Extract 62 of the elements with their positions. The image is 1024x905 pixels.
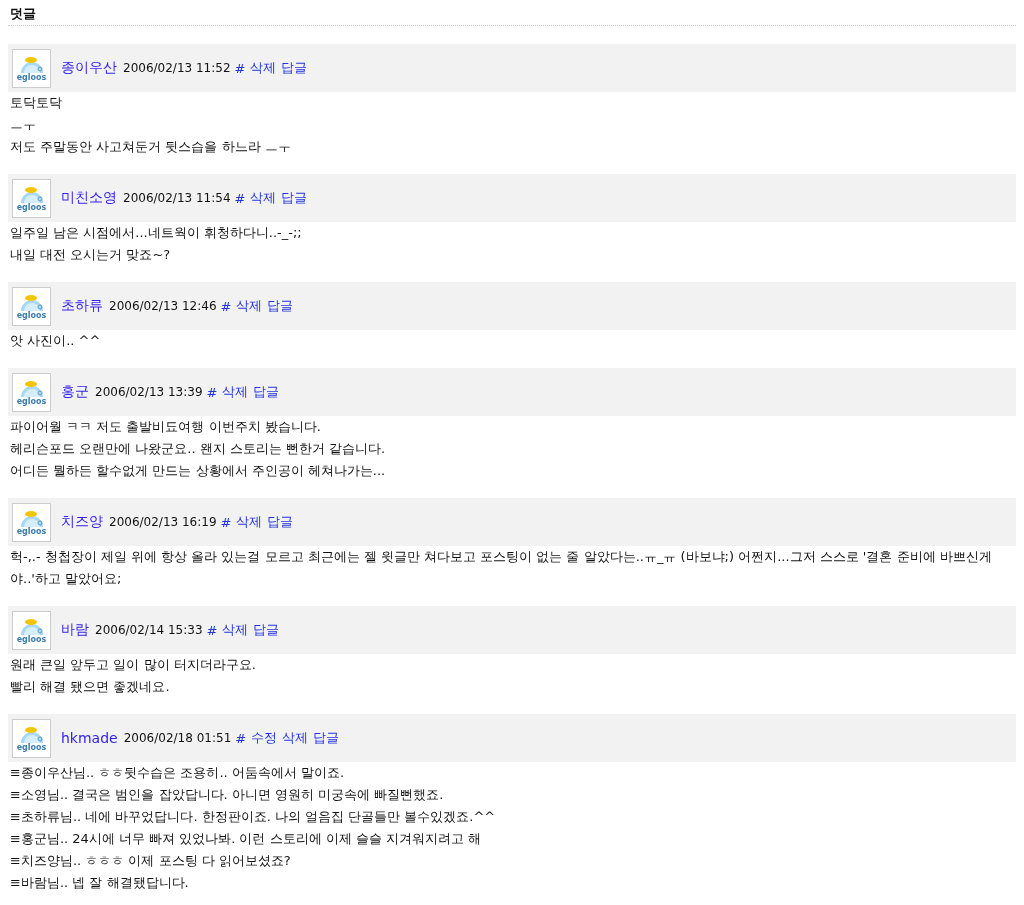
comment-text: ≡홍군님.. 24시에 너무 빠져 있었나봐. 이런 스토리에 이제 슬슬 지겨워지려고 해: [10, 830, 483, 848]
action-link[interactable]: 삭제: [250, 59, 277, 77]
action-link[interactable]: 답글: [281, 189, 308, 207]
author-link[interactable]: 홍군: [61, 383, 89, 401]
comment-text: 헉-,.- 청첩장이 제일 위에 항상 올라 있는걸 모르고 최근에는 젤 윗글만 쳐다보고 포스팅이 없는 줄 알았다는..ㅠ_ㅠ (바보냐;) 어쩐지...그저 스스로 '결혼 준비에 바쁘신게야..'하고 말았어요;: [10, 548, 993, 588]
avatar-label: egloos: [16, 72, 47, 82]
action-link[interactable]: 수정: [251, 729, 278, 747]
comment-text: 빨리 해결 됐으면 좋겠네요.: [10, 678, 171, 696]
comment-text: 앗 사진이.. ^^: [10, 332, 102, 350]
comment-text: ≡종이우산님.. ㅎㅎ뒷수습은 조용히.. 어둠속에서 말이죠.: [10, 764, 346, 782]
action-link[interactable]: 삭제: [282, 729, 309, 747]
author-link[interactable]: hkmade: [61, 730, 118, 746]
author-link[interactable]: 초하류: [61, 297, 103, 315]
comment-text: 토닥토닥: [10, 94, 63, 112]
avatar-label: egloos: [16, 526, 47, 536]
action-link[interactable]: #: [234, 190, 246, 206]
action-link[interactable]: #: [220, 298, 232, 314]
action-link[interactable]: #: [235, 730, 247, 746]
comment-date: 2006/02/13 13:39: [95, 385, 203, 399]
action-link[interactable]: 답글: [281, 59, 308, 77]
action-link[interactable]: #: [206, 384, 218, 400]
action-link[interactable]: #: [220, 514, 232, 530]
action-link[interactable]: 답글: [253, 621, 280, 639]
comment-date: 2006/02/14 15:33: [95, 623, 203, 637]
comment-text: 일주일 남은 시점에서...네트웍이 휘청하다니..-_-;;: [10, 224, 303, 242]
comment-date: 2006/02/13 11:54: [123, 191, 231, 205]
comment-text: ≡초하류님.. 네에 바꾸었답니다. 한정판이죠. 나의 얼음집 단골들만 볼수있겠죠.^^: [10, 808, 497, 826]
comment-date: 2006/02/13 12:46: [109, 299, 217, 313]
comment-date: 2006/02/13 16:19: [109, 515, 217, 529]
comment-text: ≡소영님.. 결국은 범인을 잡았답니다. 아니면 영원히 미궁속에 빠질뻔했죠.: [10, 786, 445, 804]
comment-date: 2006/02/13 11:52: [123, 61, 231, 75]
action-link[interactable]: 삭제: [236, 513, 263, 531]
action-link[interactable]: #: [234, 60, 246, 76]
comment-date: 2006/02/18 01:51: [123, 731, 232, 745]
action-link[interactable]: 삭제: [222, 383, 249, 401]
section-title: 덧글: [8, 0, 1016, 26]
author-link[interactable]: 바람: [61, 621, 89, 639]
avatar-label: egloos: [16, 202, 47, 212]
action-link[interactable]: 답글: [267, 297, 294, 315]
avatar-label: egloos: [16, 742, 47, 752]
action-link[interactable]: 삭제: [222, 621, 249, 639]
action-link[interactable]: 답글: [313, 729, 340, 747]
comment-text: 헤리슨포드 오랜만에 나왔군요.. 왠지 스토리는 뻔한거 같습니다.: [10, 440, 387, 458]
comment-text: ㅡㅜ: [10, 116, 37, 134]
comment-text: 파이어월 ㅋㅋ 저도 출발비됴여행 이번주치 봤습니다.: [10, 418, 322, 436]
comment-text: ≡바람님.. 넵 잘 해결됐답니다.: [10, 874, 190, 892]
action-link[interactable]: 삭제: [250, 189, 277, 207]
action-link[interactable]: #: [206, 622, 218, 638]
comment-text: 저도 주말동안 사고쳐둔거 뒷스습을 하느라 ㅡㅜ: [10, 138, 292, 156]
action-link[interactable]: 답글: [267, 513, 294, 531]
action-link[interactable]: 삭제: [236, 297, 263, 315]
author-link[interactable]: 종이우산: [61, 59, 117, 77]
avatar-label: egloos: [16, 634, 47, 644]
avatar-label: egloos: [16, 310, 47, 320]
comment-text: ≡치즈양님.. ㅎㅎㅎ 이제 포스팅 다 읽어보셨죠?: [10, 852, 292, 870]
avatar-label: egloos: [16, 396, 47, 406]
author-link[interactable]: 미친소영: [61, 189, 117, 207]
action-link[interactable]: 답글: [253, 383, 280, 401]
comment-text: 내일 대전 오시는거 맞죠~?: [10, 246, 172, 264]
comment-text: 원래 큰일 앞두고 일이 많이 터지더라구요.: [10, 656, 257, 674]
author-link[interactable]: 치즈양: [61, 513, 103, 531]
comment-text: 어디든 뭘하든 할수없게 만드는 상황에서 주인공이 헤쳐나가는...: [10, 462, 387, 480]
